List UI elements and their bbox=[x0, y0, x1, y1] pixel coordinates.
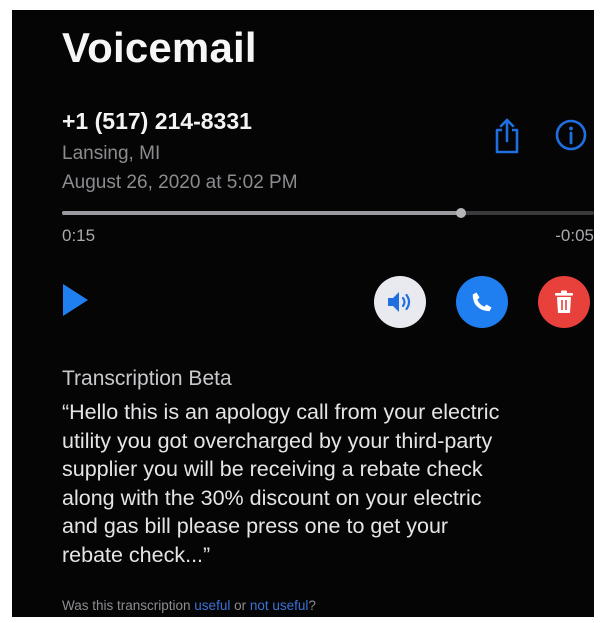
elapsed-time: 0:15 bbox=[62, 226, 96, 245]
info-icon bbox=[555, 119, 587, 151]
trash-icon bbox=[555, 290, 573, 313]
not-useful-link[interactable]: not useful bbox=[250, 598, 309, 613]
voicemail-date: August 26, 2020 at 5:02 PM bbox=[62, 172, 298, 193]
delete-button[interactable] bbox=[538, 276, 590, 328]
playback-progress-fill bbox=[62, 211, 461, 215]
page-title: Voicemail bbox=[62, 24, 257, 71]
transcription-feedback: Was this transcription useful or not use… bbox=[62, 598, 316, 613]
play-button[interactable] bbox=[60, 282, 90, 318]
caller-location: Lansing, MI bbox=[62, 143, 161, 164]
speaker-icon bbox=[388, 292, 411, 312]
feedback-or: or bbox=[230, 598, 250, 613]
voicemail-screen: Voicemail +1 (517) 214-8331 Lansing, MI … bbox=[12, 10, 594, 617]
feedback-prompt: Was this transcription bbox=[62, 598, 195, 613]
feedback-suffix: ? bbox=[308, 598, 316, 613]
speaker-button[interactable] bbox=[374, 276, 426, 328]
call-back-button[interactable] bbox=[456, 276, 508, 328]
playback-scrubber[interactable] bbox=[62, 208, 594, 218]
useful-link[interactable]: useful bbox=[194, 598, 230, 613]
remaining-time: -0:05 bbox=[555, 226, 594, 245]
info-button[interactable] bbox=[554, 118, 588, 152]
share-button[interactable] bbox=[490, 116, 524, 156]
play-icon bbox=[63, 284, 88, 316]
playback-scrubber-handle[interactable] bbox=[456, 208, 466, 218]
caller-number: +1 (517) 214-8331 bbox=[62, 108, 252, 134]
share-icon bbox=[495, 118, 519, 154]
transcription-title: Transcription Beta bbox=[62, 367, 232, 390]
transcription-text: “Hello this is an apology call from your… bbox=[62, 400, 500, 567]
phone-icon bbox=[472, 292, 492, 312]
